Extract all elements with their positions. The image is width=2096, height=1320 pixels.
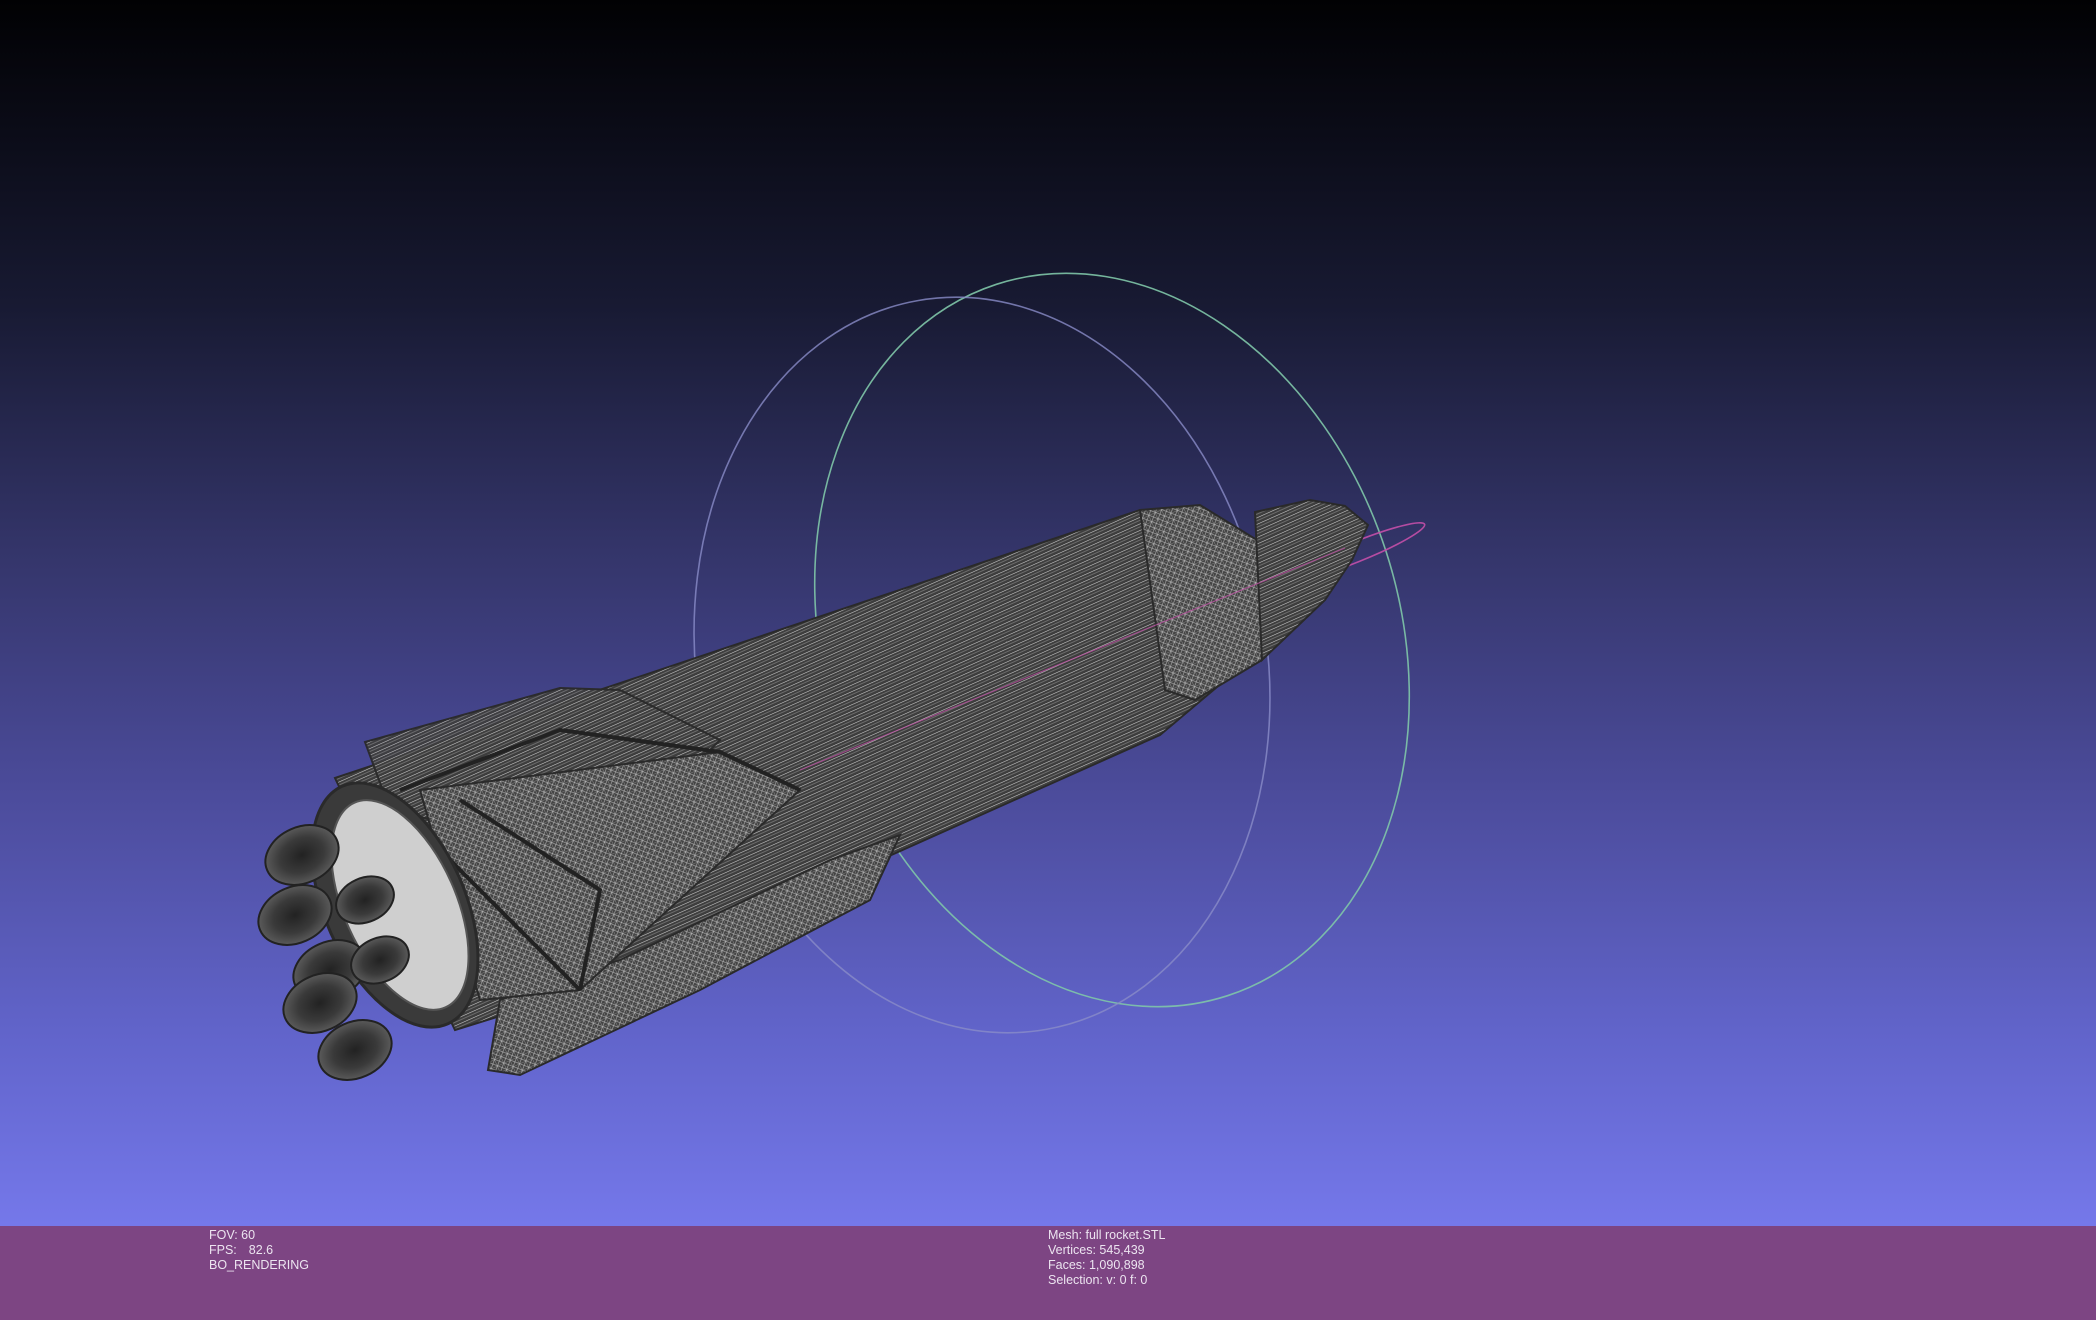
- selection-info: Selection: v: 0 f: 0: [1048, 1273, 1148, 1287]
- face-count: Faces: 1,090,898: [1048, 1258, 1145, 1272]
- mesh-name: Mesh: full rocket.STL: [1048, 1228, 1166, 1242]
- nose-fairing: [1253, 498, 1370, 663]
- mesh-scene[interactable]: [0, 0, 2096, 1226]
- mesh-info: Mesh: full rocket.STL Vertices: 545,439 …: [1048, 1228, 1165, 1288]
- fps-value: 82.6: [248, 1243, 274, 1257]
- render-mode: BO_RENDERING: [209, 1258, 310, 1272]
- 3d-viewport[interactable]: [0, 0, 2096, 1226]
- render-info: FOV: 60 FPS: 82.6 BO_RENDERING: [209, 1228, 309, 1273]
- vertex-count: Vertices: 545,439: [1048, 1243, 1145, 1257]
- fov-readout: FOV: 60: [209, 1228, 256, 1242]
- fps-label: FPS:: [209, 1243, 237, 1257]
- fps-readout: FPS: 82.6: [209, 1243, 309, 1258]
- info-bar: FOV: 60 FPS: 82.6 BO_RENDERING Mesh: full…: [0, 1226, 2096, 1320]
